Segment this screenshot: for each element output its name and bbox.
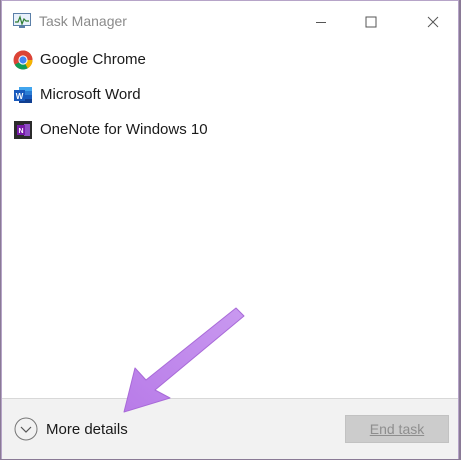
app-row-google-chrome[interactable]: Google Chrome (2, 43, 458, 78)
minimize-button[interactable] (298, 7, 344, 37)
svg-text:N: N (18, 128, 23, 135)
app-name: OneNote for Windows 10 (40, 121, 208, 138)
title-bar[interactable]: Task Manager (2, 1, 458, 41)
minimize-icon (316, 22, 326, 23)
svg-text:W: W (16, 92, 24, 101)
more-details-button[interactable]: More details (14, 415, 128, 443)
task-manager-app-icon (13, 13, 31, 28)
window-title: Task Manager (39, 13, 127, 29)
close-button[interactable] (410, 7, 456, 37)
more-details-label: More details (46, 420, 128, 438)
app-list: Google Chrome W Microsoft Word N OneNote… (2, 43, 458, 148)
chevron-down-circle-icon (14, 417, 38, 441)
app-row-onenote[interactable]: N OneNote for Windows 10 (2, 113, 458, 148)
task-manager-window: Task Manager Google Chrome W Microsoft W… (1, 0, 459, 459)
word-icon: W (14, 87, 32, 103)
app-row-microsoft-word[interactable]: W Microsoft Word (2, 78, 458, 113)
onenote-icon: N (14, 121, 32, 139)
close-icon (427, 16, 439, 28)
footer-bar: More details End task (2, 398, 458, 459)
app-name: Google Chrome (40, 51, 146, 68)
maximize-icon (365, 16, 377, 28)
app-name: Microsoft Word (40, 86, 141, 103)
chrome-icon (13, 50, 33, 70)
maximize-button[interactable] (348, 7, 394, 37)
end-task-button[interactable]: End task (345, 415, 449, 443)
